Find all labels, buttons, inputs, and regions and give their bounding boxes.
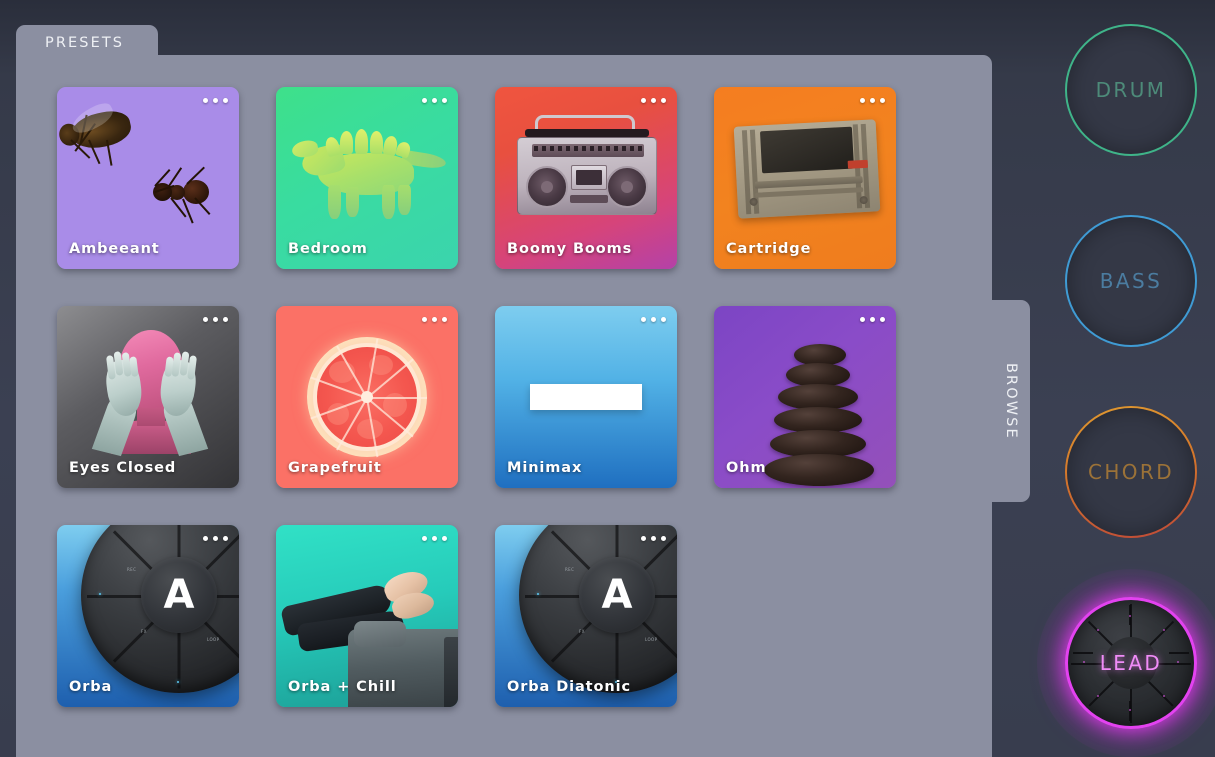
sound-button-label: CHORD — [1087, 460, 1175, 484]
preset-grid: Ambeeant Bedroom Boomy Booms Cartridge E… — [57, 87, 947, 707]
preset-card-boomy-booms[interactable]: Boomy Booms — [495, 87, 677, 269]
preset-card-bedroom[interactable]: Bedroom — [276, 87, 458, 269]
preset-card-eyes-closed[interactable]: Eyes Closed — [57, 306, 239, 488]
preset-title: Boomy Booms — [507, 241, 633, 257]
preset-title: Grapefruit — [288, 460, 382, 476]
sound-button-chord[interactable]: CHORD — [1065, 406, 1197, 538]
sound-button-drum[interactable]: DRUM — [1065, 24, 1197, 156]
sound-selector-rail: DRUM BASS CHORD LEAD — [1037, 0, 1215, 757]
preset-title: Bedroom — [288, 241, 368, 257]
more-options-icon[interactable] — [422, 98, 447, 103]
preset-card-cartridge[interactable]: Cartridge — [714, 87, 896, 269]
preset-title: Ambeeant — [69, 241, 160, 257]
preset-title: Eyes Closed — [69, 460, 177, 476]
tab-browse[interactable]: BROWSE — [992, 300, 1030, 502]
preset-browser-panel: BROWSE PRESETS Ambeeant Bedroom Boomy Bo… — [16, 25, 1030, 757]
more-options-icon[interactable] — [203, 536, 228, 541]
preset-title: Minimax — [507, 460, 583, 476]
more-options-icon[interactable] — [203, 98, 228, 103]
more-options-icon[interactable] — [641, 317, 666, 322]
tab-presets[interactable]: PRESETS — [16, 25, 158, 61]
more-options-icon[interactable] — [422, 317, 447, 322]
preset-card-minimax[interactable]: Minimax — [495, 306, 677, 488]
preset-title: Orba — [69, 679, 113, 695]
preset-card-ambeeant[interactable]: Ambeeant — [57, 87, 239, 269]
preset-card-orba-diatonic[interactable]: A REC FX LOOP Orba Diatonic — [495, 525, 677, 707]
more-options-icon[interactable] — [203, 317, 228, 322]
preset-card-ohm[interactable]: Ohm — [714, 306, 896, 488]
sound-button-bass[interactable]: BASS — [1065, 215, 1197, 347]
preset-title: Cartridge — [726, 241, 812, 257]
sound-button-label: LEAD — [1099, 651, 1163, 675]
sound-button-label: DRUM — [1095, 78, 1167, 102]
sound-button-lead[interactable]: LEAD — [1037, 569, 1215, 757]
preset-card-grapefruit[interactable]: Grapefruit — [276, 306, 458, 488]
more-options-icon[interactable] — [860, 98, 885, 103]
more-options-icon[interactable] — [641, 98, 666, 103]
preset-title: Orba Diatonic — [507, 679, 631, 695]
sound-button-label: BASS — [1099, 269, 1163, 293]
more-options-icon[interactable] — [641, 536, 666, 541]
more-options-icon[interactable] — [860, 317, 885, 322]
preset-title: Ohm — [726, 460, 767, 476]
preset-title: Orba + Chill — [288, 679, 397, 695]
preset-card-orba[interactable]: A REC FX LOOP Orba — [57, 525, 239, 707]
browse-tab-label: BROWSE — [1003, 362, 1019, 440]
preset-card-orba-chill[interactable]: Orba + Chill — [276, 525, 458, 707]
presets-tab-label: PRESETS — [45, 35, 125, 51]
more-options-icon[interactable] — [422, 536, 447, 541]
